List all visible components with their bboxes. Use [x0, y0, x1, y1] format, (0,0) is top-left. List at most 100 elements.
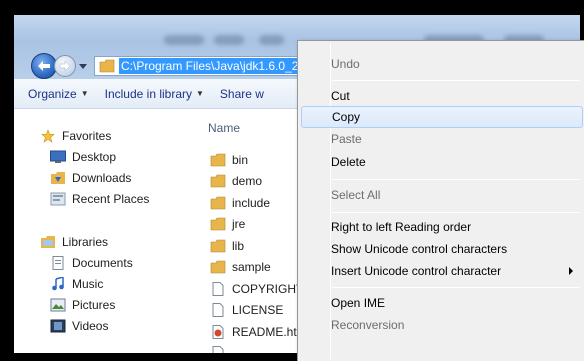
nav-item-documents[interactable]: Documents	[14, 252, 184, 273]
nav-favorites-label: Favorites	[62, 128, 112, 143]
menu-item-right-to-left[interactable]: Right to left Reading order	[301, 216, 583, 238]
address-path[interactable]: C:\Program Files\Java\jdk1.6.0_27	[119, 58, 308, 74]
nav-item-label: Music	[72, 276, 104, 291]
file-icon	[212, 281, 224, 296]
nav-item-videos[interactable]: Videos	[14, 315, 184, 336]
list-item[interactable]: README.html	[210, 321, 309, 343]
navigation-pane: Favorites Desktop Downloads Recent Place…	[14, 109, 184, 353]
music-icon	[52, 276, 64, 290]
folder-icon	[210, 196, 226, 210]
menu-item-copy[interactable]: Copy	[301, 106, 583, 128]
libraries-icon	[41, 235, 55, 248]
file-icon	[212, 346, 224, 353]
folder-icon	[210, 260, 226, 274]
menu-separator	[332, 212, 580, 213]
nav-libraries[interactable]: Libraries	[14, 231, 184, 252]
organize-button[interactable]: Organize ▼	[28, 87, 89, 101]
address-bar[interactable]: C:\Program Files\Java\jdk1.6.0_27	[94, 56, 314, 76]
list-item[interactable]: sample	[210, 257, 309, 279]
nav-item-downloads[interactable]: Downloads	[14, 167, 184, 188]
nav-item-desktop[interactable]: Desktop	[14, 146, 184, 167]
html-file-icon	[212, 324, 224, 339]
share-with-label: Share w	[219, 86, 264, 101]
chevron-down-icon	[79, 63, 87, 69]
menu-item-label: Right to left Reading order	[331, 220, 472, 234]
nav-favorites[interactable]: Favorites	[14, 125, 184, 146]
file-name: lib	[232, 238, 245, 253]
menu-item-undo[interactable]: Undo	[301, 53, 583, 75]
nav-item-label: Recent Places	[72, 191, 150, 206]
file-name: sample	[232, 260, 271, 275]
forward-button[interactable]	[54, 55, 76, 77]
recent-pages-dropdown[interactable]	[77, 61, 89, 71]
nav-item-label: Videos	[72, 318, 109, 333]
documents-icon	[52, 255, 64, 270]
pictures-icon	[50, 298, 66, 311]
nav-item-label: Documents	[72, 255, 133, 270]
recent-places-icon	[50, 192, 66, 205]
file-name: demo	[232, 174, 263, 189]
folder-icon	[210, 174, 226, 188]
list-item[interactable]: lib	[210, 235, 309, 257]
caret-down-icon: ▼	[196, 89, 204, 98]
nav-item-pictures[interactable]: Pictures	[14, 294, 184, 315]
file-name: include	[232, 195, 271, 210]
nav-item-recent-places[interactable]: Recent Places	[14, 188, 184, 209]
menu-item-label: Paste	[331, 132, 362, 146]
nav-libraries-label: Libraries	[62, 234, 109, 249]
file-name: bin	[232, 152, 249, 167]
file-name: LICENSE	[232, 303, 284, 318]
include-in-library-label: Include in library	[104, 86, 192, 101]
column-header-name[interactable]: Name	[208, 121, 240, 135]
menu-item-paste[interactable]: Paste	[301, 128, 583, 150]
organize-label: Organize	[28, 86, 77, 101]
videos-icon	[50, 319, 66, 332]
file-name: jre	[232, 217, 246, 232]
nav-item-label: Pictures	[72, 297, 116, 312]
include-in-library-button[interactable]: Include in library ▼	[105, 87, 204, 101]
menu-item-label: Delete	[331, 155, 366, 169]
menu-separator	[332, 179, 580, 180]
list-item[interactable]: include	[210, 192, 309, 214]
menu-item-insert-unicode[interactable]: Insert Unicode control character	[301, 260, 583, 282]
caret-down-icon: ▼	[80, 89, 89, 98]
nav-item-label: Downloads	[72, 170, 132, 185]
list-item-partial[interactable]	[210, 343, 309, 353]
nav-item-label: Desktop	[72, 149, 117, 164]
menu-item-label: Undo	[331, 57, 360, 71]
menu-item-label: Show Unicode control characters	[331, 242, 508, 256]
list-item[interactable]: jre	[210, 214, 309, 236]
menu-item-open-ime[interactable]: Open IME	[301, 292, 583, 314]
menu-item-select-all[interactable]: Select All	[301, 184, 583, 206]
file-icon	[212, 303, 224, 318]
submenu-arrow-icon	[569, 267, 573, 275]
list-item[interactable]: demo	[210, 171, 309, 193]
folder-icon	[210, 153, 226, 167]
menu-item-reconversion[interactable]: Reconversion	[301, 314, 583, 336]
list-item[interactable]: LICENSE	[210, 300, 309, 322]
context-menu: Undo Cut Copy Paste Delete Select All Ri…	[297, 40, 584, 361]
folder-icon	[99, 59, 115, 73]
file-list: bin demo include jre lib sample COPYRIGH…	[210, 149, 309, 353]
nav-item-music[interactable]: Music	[14, 273, 184, 294]
menu-item-label: Insert Unicode control character	[331, 264, 502, 278]
list-item[interactable]: COPYRIGHT	[210, 278, 309, 300]
menu-item-label: Copy	[332, 110, 361, 124]
list-item[interactable]: bin	[210, 149, 309, 171]
menu-item-show-unicode[interactable]: Show Unicode control characters	[301, 238, 583, 260]
share-with-button[interactable]: Share w	[220, 87, 264, 101]
star-icon	[41, 128, 55, 143]
folder-icon	[210, 239, 226, 253]
menu-item-label: Cut	[331, 89, 350, 103]
menu-item-label: Reconversion	[331, 318, 405, 332]
desktop-icon	[50, 150, 66, 163]
menu-separator	[332, 287, 580, 288]
file-name: COPYRIGHT	[232, 281, 304, 296]
menu-item-label: Select All	[331, 188, 381, 202]
downloads-icon	[51, 171, 65, 184]
menu-item-delete[interactable]: Delete	[301, 151, 583, 173]
menu-separator	[332, 80, 580, 81]
menu-item-label: Open IME	[331, 296, 386, 310]
arrow-left-icon	[38, 61, 50, 71]
menu-item-cut[interactable]: Cut	[301, 85, 583, 107]
